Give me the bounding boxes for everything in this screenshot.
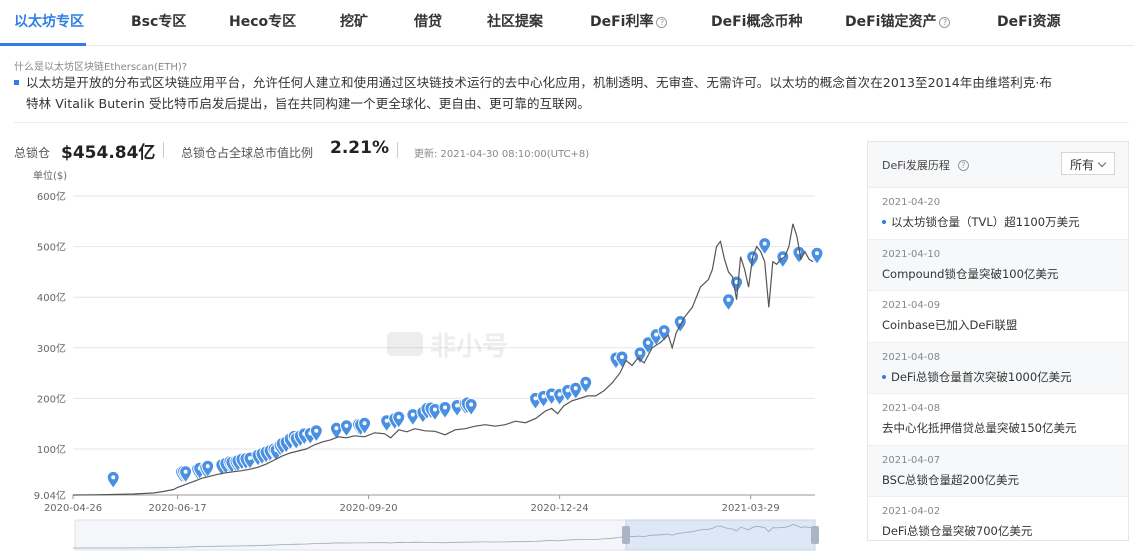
- intro-text: 以太坊是开放的分布式区块链应用平台，允许任何人建立和使用通过区块链技术运行的去中…: [14, 72, 1129, 114]
- chevron-down-icon: [1097, 158, 1107, 168]
- tab-defi-pegged[interactable]: DeFi锚定资产?: [845, 11, 951, 31]
- tvl-label: 总锁仓: [14, 146, 51, 160]
- list-item[interactable]: 2021-04-09 Coinbase已加入DeFi联盟: [868, 291, 1128, 343]
- top-tabs: 以太坊专区 Bsc专区 Heco专区 挖矿 借贷 社区提案 DeFi利率? De…: [0, 0, 1134, 46]
- tvl-chart: 单位($) 9.04亿 100亿 200亿 300亿 400亿 500亿 600亿 2020…: [33, 169, 824, 551]
- event-marker-icon[interactable]: [106, 470, 120, 490]
- event-text: DeFi总锁仓量首次突破1000亿美元: [882, 369, 1114, 385]
- tab-defi-resources[interactable]: DeFi资源: [997, 11, 1060, 31]
- divider: [397, 142, 398, 158]
- y-tick-label: 600亿: [37, 190, 66, 203]
- panel-title: DeFi发展历程?: [882, 157, 969, 173]
- tab-defi-rates[interactable]: DeFi利率?: [590, 11, 668, 31]
- slider-left-handle[interactable]: [622, 526, 630, 544]
- event-date: 2021-04-09: [882, 300, 941, 311]
- x-axis-labels: 2020-04-26 2020-06-17 2020-09-20 2020-12-24…: [44, 495, 780, 514]
- help-icon[interactable]: ?: [939, 17, 951, 28]
- list-item[interactable]: 2021-04-02 DeFi总锁仓量突破700亿美元: [868, 497, 1128, 540]
- panel-header: DeFi发展历程? 所有: [868, 142, 1128, 188]
- x-tick-label: 2020-06-17: [149, 503, 207, 514]
- range-slider[interactable]: [73, 519, 819, 551]
- help-icon[interactable]: ?: [656, 17, 668, 28]
- defi-history-panel: DeFi发展历程? 所有 2021-04-20 以太坊锁仓量（TVL）超1100万…: [867, 141, 1129, 541]
- slider-right-handle[interactable]: [811, 526, 819, 544]
- event-date: 2021-04-10: [882, 248, 941, 260]
- y-tick-label: 100亿: [37, 443, 66, 456]
- event-markers: [106, 237, 824, 490]
- divider: [14, 122, 1129, 123]
- dot-icon: [882, 374, 886, 379]
- list-item[interactable]: 2021-04-08 DeFi总锁仓量首次突破1000亿美元: [868, 342, 1128, 394]
- tab-lending[interactable]: 借贷: [414, 11, 442, 31]
- x-tick-label: 2021-03-29: [722, 503, 780, 514]
- tab-bsc[interactable]: Bsc专区: [131, 11, 186, 31]
- list-item[interactable]: 2021-04-07 BSC总锁仓量超200亿美元: [868, 445, 1128, 497]
- tab-label: DeFi概念币种: [711, 14, 803, 30]
- tab-label: Bsc专区: [131, 14, 187, 30]
- event-text: 以太坊锁仓量（TVL）超1100万美元: [882, 214, 1114, 230]
- list-item[interactable]: 2021-04-10 Compound锁仓量突破100亿美元: [868, 239, 1128, 291]
- ratio-value: 2.21%: [330, 138, 389, 158]
- event-marker-icon[interactable]: [339, 419, 353, 438]
- tab-label: Heco专区: [229, 14, 297, 30]
- tab-label: DeFi资源: [997, 14, 1061, 30]
- tab-heco[interactable]: Heco专区: [229, 11, 296, 31]
- y-tick-label: 9.04亿: [34, 489, 66, 502]
- dot-icon: [882, 220, 886, 224]
- y-tick-label: 300亿: [37, 342, 66, 355]
- tab-label: 挖矿: [340, 14, 368, 30]
- list-item[interactable]: 2021-04-20 以太坊锁仓量（TVL）超1100万美元: [868, 188, 1128, 240]
- y-tick-label: 500亿: [37, 241, 66, 254]
- event-marker-icon[interactable]: [438, 401, 452, 420]
- intro-line-2: 特林 Vitalik Buterin 受比特币启发后提出，旨在共同构建一个更全球…: [26, 96, 590, 111]
- event-text: Coinbase已加入DeFi联盟: [882, 318, 1018, 332]
- event-text-label: DeFi总锁仓量首次突破1000亿美元: [891, 369, 1072, 384]
- event-date: 2021-04-20: [882, 197, 941, 208]
- tab-label: 以太坊专区: [14, 14, 84, 30]
- list-item[interactable]: 2021-04-08 去中心化抵押借贷总量突破150亿美元: [868, 394, 1128, 446]
- tab-label: 社区提案: [487, 14, 543, 30]
- updated-time: 更新: 2021-04-30 08:10:00(UTC+8): [414, 149, 590, 160]
- event-text: Compound锁仓量突破100亿美元: [882, 266, 1059, 281]
- watermark: 非小号: [387, 332, 508, 362]
- intro-question: 什么是以太坊区块链Etherscan(ETH)?: [14, 62, 188, 73]
- y-tick-label: 200亿: [37, 392, 66, 405]
- tab-label: DeFi锚定资产: [845, 14, 937, 30]
- event-date: 2021-04-08: [882, 403, 941, 414]
- ratio-label: 总锁仓占全球总市值比例: [181, 146, 314, 160]
- event-date: 2021-04-08: [882, 351, 941, 363]
- active-tab-indicator: [0, 43, 86, 46]
- event-text-label: 以太坊锁仓量（TVL）超1100万美元: [891, 215, 1080, 229]
- y-unit-label: 单位($): [33, 169, 67, 182]
- filter-select[interactable]: 所有: [1061, 152, 1115, 175]
- y-tick-label: 400亿: [37, 291, 66, 304]
- event-text: 去中心化抵押借贷总量突破150亿美元: [882, 421, 1077, 435]
- event-date: 2021-04-02: [882, 506, 941, 517]
- tab-defi-coins[interactable]: DeFi概念币种: [711, 11, 802, 31]
- event-text: BSC总锁仓量超200亿美元: [882, 472, 1019, 487]
- x-tick-label: 2020-09-20: [340, 503, 398, 514]
- event-marker-icon[interactable]: [776, 250, 790, 269]
- tab-ethereum[interactable]: 以太坊专区: [14, 11, 84, 31]
- event-date: 2021-04-07: [882, 454, 941, 466]
- event-marker-icon[interactable]: [722, 293, 736, 312]
- panel-title-text: DeFi发展历程: [882, 159, 950, 172]
- x-tick-label: 2020-04-26: [44, 503, 102, 514]
- intro-line-1: 以太坊是开放的分布式区块链应用平台，允许任何人建立和使用通过区块链技术运行的去中…: [26, 75, 1053, 90]
- tab-mining[interactable]: 挖矿: [340, 11, 368, 31]
- divider: [163, 142, 164, 158]
- event-text: DeFi总锁仓量突破700亿美元: [882, 524, 1033, 538]
- bullet-icon: [14, 80, 19, 85]
- y-axis-labels: 9.04亿 100亿 200亿 300亿 400亿 500亿 600亿: [34, 190, 66, 502]
- tab-proposals[interactable]: 社区提案: [487, 11, 543, 31]
- watermark-logo-icon: [387, 332, 423, 356]
- filter-value: 所有: [1070, 158, 1095, 172]
- help-icon[interactable]: ?: [957, 160, 969, 171]
- tab-label: DeFi利率: [590, 14, 654, 30]
- watermark-text: 非小号: [430, 332, 508, 362]
- tab-label: 借贷: [414, 14, 442, 30]
- x-tick-label: 2020-12-24: [531, 503, 589, 514]
- event-list: 2021-04-20 以太坊锁仓量（TVL）超1100万美元 2021-04-10…: [868, 188, 1128, 540]
